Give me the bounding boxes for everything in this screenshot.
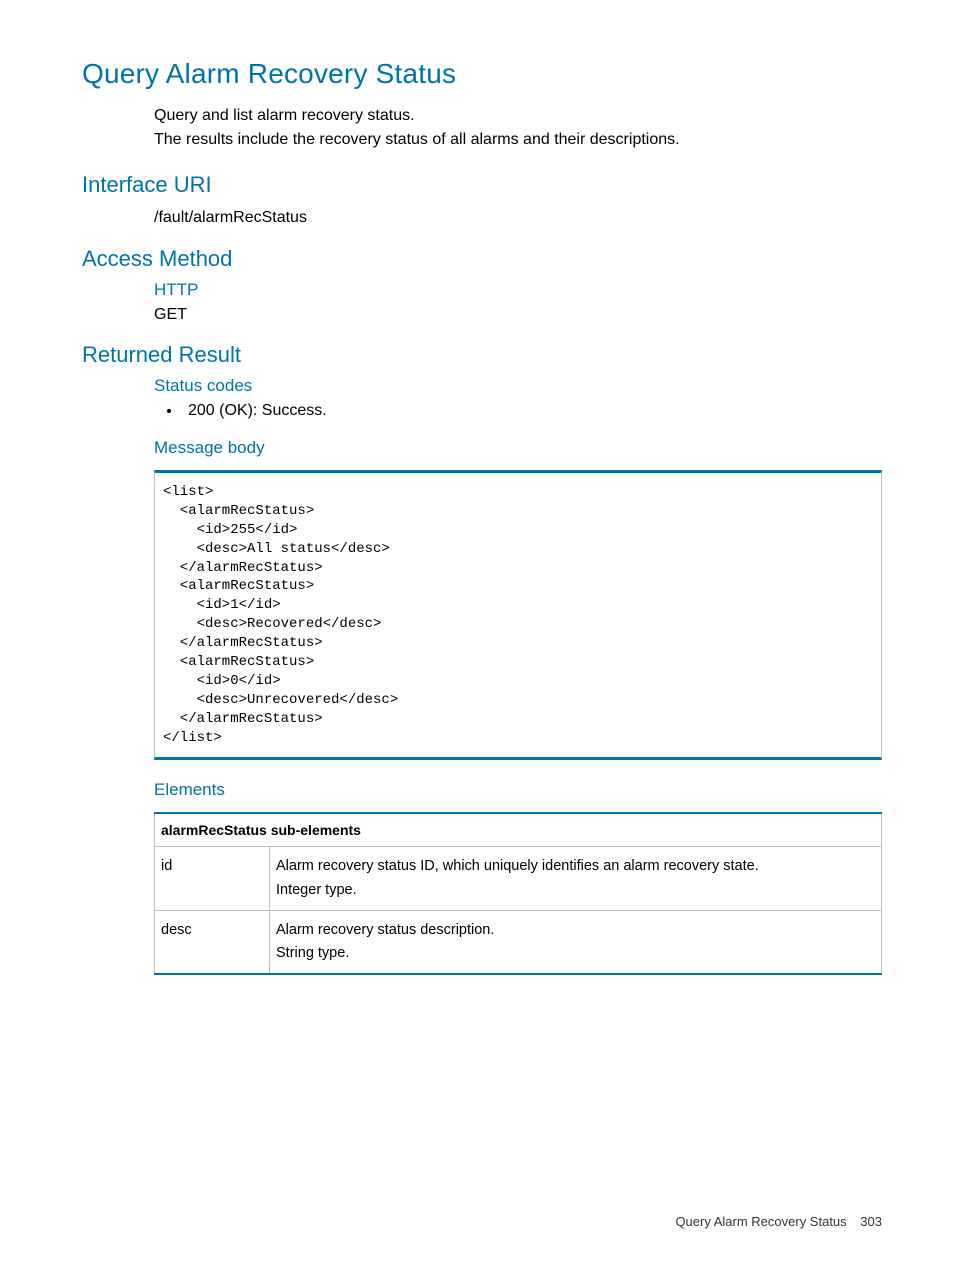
access-method-value: GET <box>154 306 882 324</box>
intro-block: Query and list alarm recovery status. Th… <box>154 104 882 152</box>
heading-interface-uri: Interface URI <box>82 172 882 198</box>
table-header: alarmRecStatus sub-elements <box>155 813 882 847</box>
table-row: desc Alarm recovery status description.S… <box>155 910 882 974</box>
status-codes-list: 200 (OK): Success. <box>182 402 882 420</box>
intro-line-1: Query and list alarm recovery status. <box>154 104 882 128</box>
element-name: desc <box>155 910 270 974</box>
element-name: id <box>155 847 270 910</box>
subheading-http: HTTP <box>154 280 882 300</box>
heading-access-method: Access Method <box>82 246 882 272</box>
page-footer: Query Alarm Recovery Status 303 <box>675 1214 882 1229</box>
page-title: Query Alarm Recovery Status <box>82 58 882 90</box>
footer-page-number: 303 <box>860 1214 882 1229</box>
intro-line-2: The results include the recovery status … <box>154 128 882 152</box>
element-desc: Alarm recovery status description.String… <box>270 910 882 974</box>
status-code-item: 200 (OK): Success. <box>182 402 882 420</box>
subheading-elements: Elements <box>154 780 882 800</box>
heading-returned-result: Returned Result <box>82 342 882 368</box>
elements-table: alarmRecStatus sub-elements id Alarm rec… <box>154 812 882 975</box>
subheading-message-body: Message body <box>154 438 882 458</box>
element-desc: Alarm recovery status ID, which uniquely… <box>270 847 882 910</box>
subheading-status-codes: Status codes <box>154 376 882 396</box>
table-row: id Alarm recovery status ID, which uniqu… <box>155 847 882 910</box>
footer-text: Query Alarm Recovery Status <box>675 1214 846 1229</box>
message-body-code: <list> <alarmRecStatus> <id>255</id> <de… <box>154 470 882 760</box>
interface-uri-value: /fault/alarmRecStatus <box>154 206 882 230</box>
